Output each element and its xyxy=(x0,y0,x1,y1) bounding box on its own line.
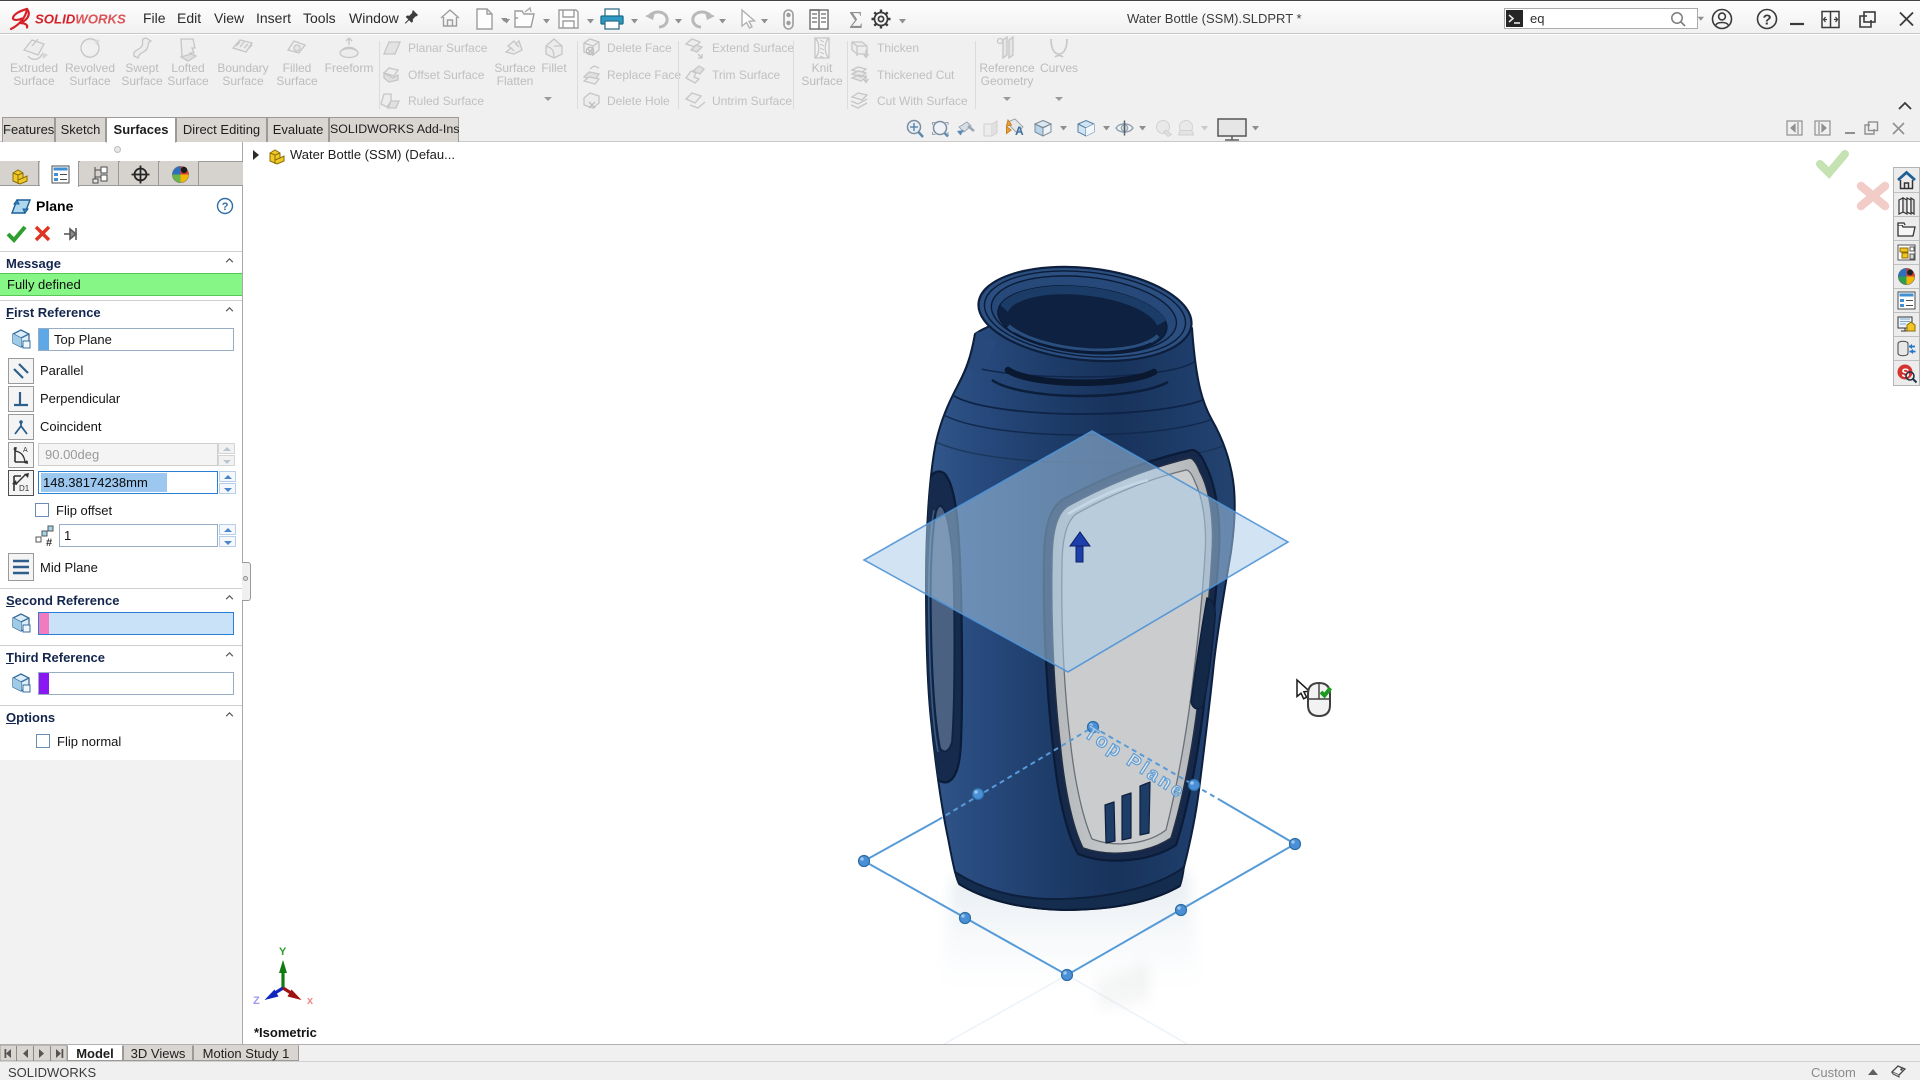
svg-text:?: ? xyxy=(1763,12,1772,29)
svg-text:Σ: Σ xyxy=(849,8,863,32)
svg-text:A: A xyxy=(1015,124,1024,138)
svg-text:A: A xyxy=(23,447,28,454)
svg-text:x: x xyxy=(307,995,314,1007)
svg-text:*Isometric: *Isometric xyxy=(254,1025,317,1040)
svg-text:Y: Y xyxy=(279,946,287,958)
svg-text:SOLIDWORKS: SOLIDWORKS xyxy=(35,12,126,27)
svg-text:#: # xyxy=(46,537,52,547)
svg-text:?: ? xyxy=(222,201,229,213)
svg-text:Z: Z xyxy=(253,995,260,1007)
svg-text:Water Bottle (SSM) (Defau...: Water Bottle (SSM) (Defau... xyxy=(290,147,455,162)
svg-text:D1: D1 xyxy=(19,484,30,493)
